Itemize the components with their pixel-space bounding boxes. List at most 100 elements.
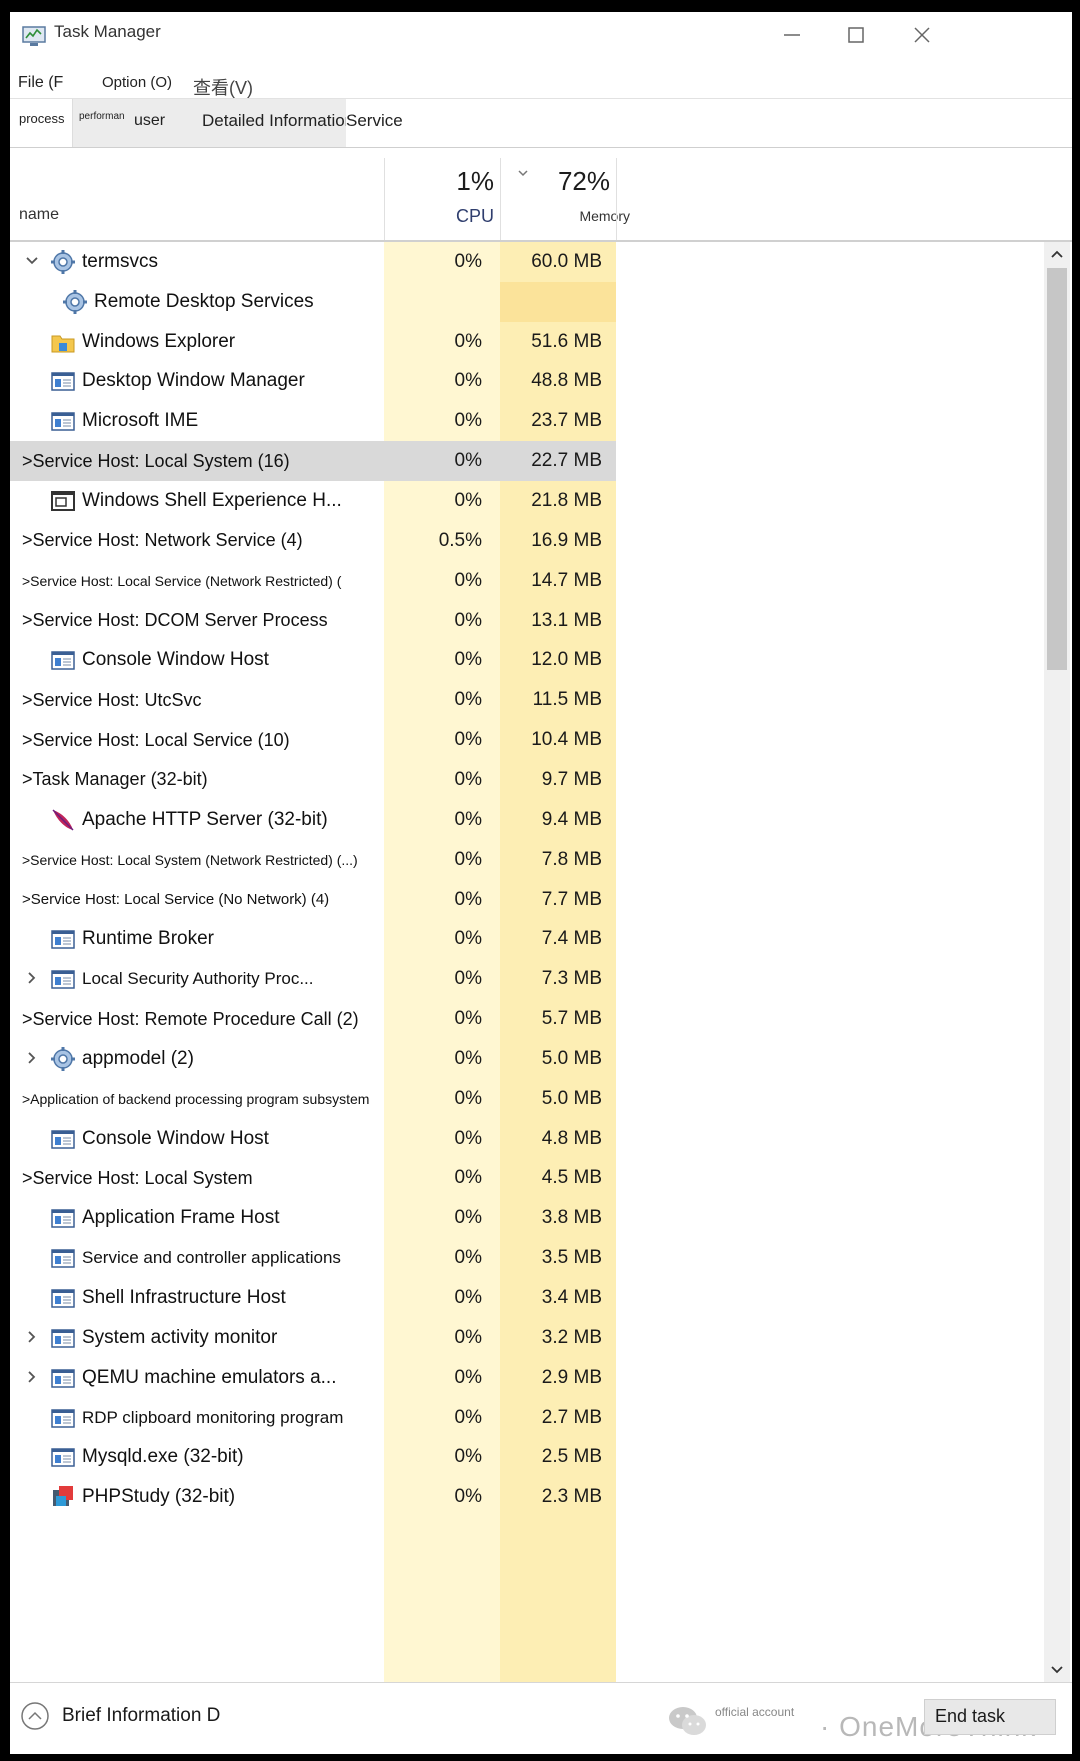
minimize-icon[interactable] <box>772 20 812 50</box>
chevron-right-icon[interactable] <box>24 959 40 999</box>
process-memory: 3.8 MB <box>541 1207 602 1229</box>
app-window-icon <box>50 408 76 434</box>
process-name: Runtime Broker <box>82 928 214 950</box>
process-row[interactable]: Mysqld.exe (32-bit) 0% 2.5 MB <box>10 1438 1042 1478</box>
process-row[interactable]: >Application of backend processing progr… <box>10 1079 1042 1119</box>
process-row[interactable]: >Service Host: Network Service (4) 0.5% 16… <box>10 521 1042 561</box>
process-cpu: 0% <box>454 808 482 830</box>
process-row[interactable]: Shell Infrastructure Host 0% 3.4 MB <box>10 1278 1042 1318</box>
process-name: QEMU machine emulators a... <box>82 1366 337 1388</box>
process-name: >Service Host: Local System (16) <box>22 450 290 471</box>
footer-bar: Brief Information D official account · O… <box>10 1682 1072 1754</box>
process-cpu: 0% <box>454 1366 482 1388</box>
process-row[interactable]: >Service Host: Local Service (10) 0% 10.4 … <box>10 720 1042 760</box>
process-cpu: 0.5% <box>438 529 482 551</box>
process-name: System activity monitor <box>82 1326 278 1348</box>
process-row[interactable]: >Task Manager (32-bit) 0% 9.7 MB <box>10 760 1042 800</box>
process-cpu: 0% <box>454 1326 482 1348</box>
column-divider[interactable] <box>616 158 617 240</box>
process-row[interactable]: termsvcs 0% 60.0 MB <box>10 242 1042 282</box>
process-row[interactable]: System activity monitor 0% 3.2 MB <box>10 1318 1042 1358</box>
process-row[interactable]: Console Window Host 0% 12.0 MB <box>10 641 1042 681</box>
process-row[interactable]: >Service Host: Local System (Network Res… <box>10 840 1042 880</box>
process-row[interactable]: >Service Host: Remote Procedure Call (2)… <box>10 999 1042 1039</box>
menu-view[interactable]: 查看(V) <box>193 74 253 100</box>
process-cpu: 0% <box>454 888 482 910</box>
process-memory: 5.0 MB <box>541 1087 602 1109</box>
app-window-icon <box>50 1245 76 1271</box>
scroll-thumb[interactable] <box>1047 268 1067 670</box>
process-name: >Service Host: DCOM Server Process <box>22 610 328 631</box>
tab-performance[interactable]: performance <box>73 99 124 147</box>
process-row[interactable]: >Service Host: Local System 0% 4.5 MB <box>10 1159 1042 1199</box>
column-header: name 1% CPU 72% Memory <box>10 158 1072 242</box>
process-memory: 3.4 MB <box>541 1287 602 1309</box>
process-row[interactable]: Apache HTTP Server (32-bit) 0% 9.4 MB <box>10 800 1042 840</box>
menu-option[interactable]: Option (O) <box>102 74 172 91</box>
vertical-scrollbar[interactable] <box>1044 242 1070 1682</box>
column-cpu[interactable]: CPU <box>384 206 494 227</box>
end-task-button[interactable]: End task <box>924 1699 1056 1735</box>
process-row[interactable]: Console Window Host 0% 4.8 MB <box>10 1119 1042 1159</box>
process-row[interactable]: Microsoft IME 0% 23.7 MB <box>10 401 1042 441</box>
process-memory: 7.8 MB <box>541 848 602 870</box>
process-memory: 2.5 MB <box>541 1446 602 1468</box>
process-row[interactable]: QEMU machine emulators a... 0% 2.9 MB <box>10 1358 1042 1398</box>
chevron-right-icon[interactable] <box>24 1358 40 1398</box>
process-name: Apache HTTP Server (32-bit) <box>82 808 328 830</box>
process-name: Windows Shell Experience H... <box>82 490 342 512</box>
app-window-icon <box>50 647 76 673</box>
scroll-up-icon[interactable] <box>1044 242 1070 266</box>
chevron-down-icon[interactable] <box>24 242 40 282</box>
maximize-icon[interactable] <box>836 20 876 50</box>
tab-detailed-information[interactable]: Detailed Information <box>178 99 354 147</box>
process-row[interactable]: Windows Shell Experience H... 0% 21.8 MB <box>10 481 1042 521</box>
process-memory: 11.5 MB <box>532 689 602 711</box>
process-row[interactable]: >Service Host: DCOM Server Process 0% 13.1… <box>10 601 1042 641</box>
scroll-down-icon[interactable] <box>1044 1658 1070 1682</box>
tab-service[interactable]: Service <box>346 99 456 147</box>
task-manager-icon <box>22 26 46 46</box>
process-row[interactable]: Runtime Broker 0% 7.4 MB <box>10 919 1042 959</box>
process-cpu: 0% <box>454 370 482 392</box>
process-row[interactable]: >Service Host: UtcSvc 0% 11.5 MB <box>10 680 1042 720</box>
column-name[interactable]: name <box>19 206 59 224</box>
process-row[interactable]: Windows Explorer 0% 51.6 MB <box>10 322 1042 362</box>
chevron-right-icon[interactable] <box>24 1039 40 1079</box>
brief-information-toggle[interactable]: Brief Information D <box>62 1705 220 1727</box>
app-window-icon <box>50 368 76 394</box>
process-memory: 3.5 MB <box>541 1247 602 1269</box>
menu-file[interactable]: File (F <box>18 74 63 92</box>
close-icon[interactable] <box>902 20 942 50</box>
chevron-up-circle-icon[interactable] <box>20 1701 50 1731</box>
chevron-right-icon[interactable] <box>24 1318 40 1358</box>
app-window-icon <box>50 1126 76 1152</box>
task-manager-window: Task Manager File (F Option (O) 查看(V) pr… <box>10 12 1072 1754</box>
process-row[interactable]: >Service Host: Local System (16) 0% 22.7 M… <box>10 441 1042 482</box>
process-cpu <box>384 282 500 322</box>
process-memory: 2.3 MB <box>541 1486 602 1508</box>
process-name: Windows Explorer <box>82 330 236 352</box>
process-row[interactable]: PHPStudy (32-bit) 0% 2.3 MB <box>10 1477 1042 1517</box>
process-row[interactable]: Local Security Authority Proc... 0% 7.3 MB <box>10 959 1042 999</box>
process-row[interactable]: >Service Host: Local Service (Network Re… <box>10 561 1042 601</box>
app-window-icon <box>50 1444 76 1470</box>
tab-process[interactable]: process <box>10 99 73 147</box>
process-row[interactable]: appmodel (2) 0% 5.0 MB <box>10 1039 1042 1079</box>
process-memory: 14.7 MB <box>531 569 602 591</box>
column-memory[interactable]: Memory <box>500 208 630 224</box>
process-name: RDP clipboard monitoring program <box>82 1407 344 1427</box>
process-row[interactable]: RDP clipboard monitoring program 0% 2.7 MB <box>10 1398 1042 1438</box>
watermark-account-label: official account <box>715 1705 795 1719</box>
tab-user[interactable]: user <box>124 99 178 147</box>
process-name: >Service Host: Local Service (10) <box>22 729 290 750</box>
process-cpu: 0% <box>454 490 482 512</box>
process-row[interactable]: >Service Host: Local Service (No Network… <box>10 880 1042 920</box>
process-row[interactable]: Application Frame Host 0% 3.8 MB <box>10 1198 1042 1238</box>
gear-icon <box>50 249 76 275</box>
process-memory: 51.6 MB <box>531 330 602 352</box>
process-row[interactable]: Desktop Window Manager 0% 48.8 MB <box>10 362 1042 402</box>
process-memory: 4.5 MB <box>541 1167 602 1189</box>
process-row[interactable]: Remote Desktop Services <box>10 281 1042 322</box>
process-row[interactable]: Service and controller applications 0% 3.5… <box>10 1238 1042 1278</box>
